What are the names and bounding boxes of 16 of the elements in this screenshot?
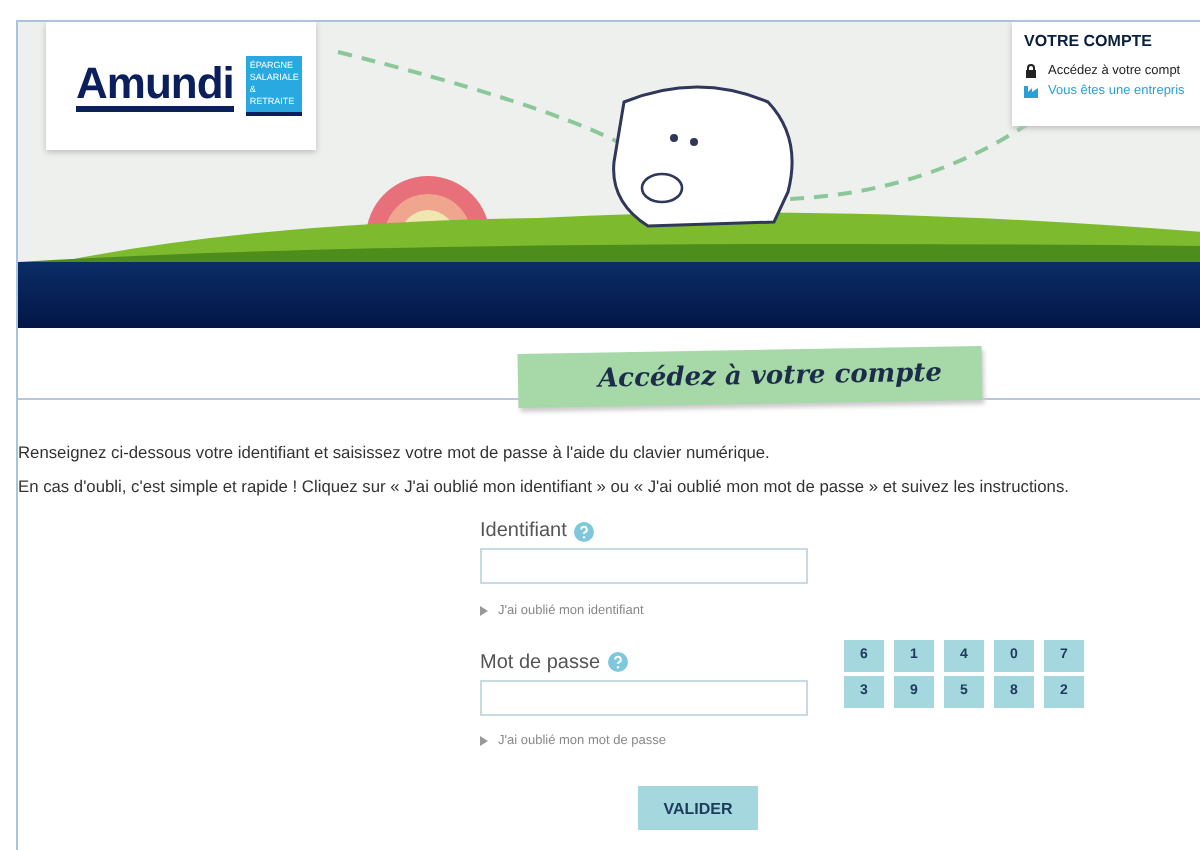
help-icon[interactable] — [574, 521, 595, 541]
help-icon[interactable] — [608, 652, 629, 672]
submit-button[interactable]: VALIDER — [638, 786, 758, 830]
instruction-text: En cas d'oubli, c'est simple et rapide ! Cliquez sur « J'ai oublié mon identifiant » ou « J'ai oublié mon mot de passe » et suivez les instructions. — [18, 474, 1071, 500]
triangle-icon — [480, 605, 488, 615]
instruction-text: Renseignez ci-dessous votre identifiant et saisissez votre mot de passe à l'aide du clavier numérique. — [18, 440, 772, 466]
logo: Amundi — [76, 61, 234, 111]
field-label: Mot de passe — [480, 651, 601, 673]
triangle-icon — [480, 736, 488, 746]
account-title: VOTRE COMPTE — [1024, 32, 1155, 50]
factory-icon — [1024, 84, 1038, 98]
lock-icon — [1024, 64, 1038, 78]
page-title: Accédez à votre compte — [517, 345, 983, 409]
input-field[interactable] — [480, 548, 808, 584]
input-field[interactable] — [480, 679, 808, 715]
field-label: Identifiant — [480, 520, 567, 542]
